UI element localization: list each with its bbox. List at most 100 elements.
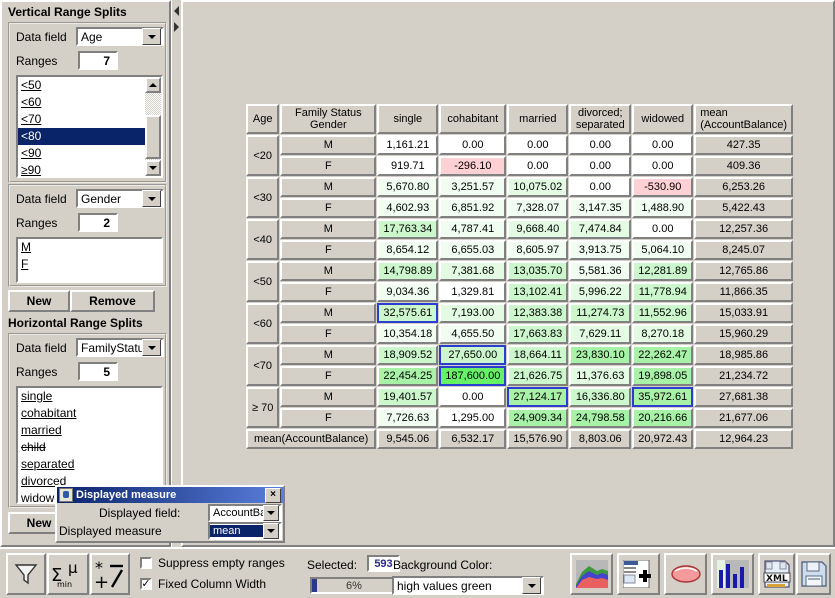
table-cell[interactable]: 0.00 <box>439 387 506 407</box>
row-header-gender[interactable]: F <box>280 240 376 260</box>
remove-split-button[interactable]: Remove <box>70 290 155 312</box>
table-cell[interactable]: 11,778.94 <box>632 282 693 302</box>
row-header-gender[interactable]: F <box>280 366 376 386</box>
xml-export-button[interactable]: XML <box>758 553 795 595</box>
row-header-gender[interactable]: F <box>280 324 376 344</box>
data-field-select-familystatus[interactable]: FamilyStatus <box>76 338 164 357</box>
arithmetic-button[interactable]: * + <box>90 553 130 595</box>
row-header-age[interactable]: <40 <box>246 219 279 260</box>
table-cell[interactable]: 6,655.03 <box>439 240 506 260</box>
table-cell[interactable]: 16,336.80 <box>569 387 631 407</box>
row-mean-cell[interactable]: 12,257.36 <box>694 219 793 239</box>
row-header-age[interactable]: ≥ 70 <box>246 387 279 428</box>
table-cell[interactable]: 24,909.34 <box>507 408 568 428</box>
table-cell[interactable]: 19,401.57 <box>377 387 438 407</box>
table-cell[interactable]: 4,655.50 <box>439 324 506 344</box>
row-header-age[interactable]: <20 <box>246 135 279 176</box>
row-mean-cell[interactable]: 27,681.38 <box>694 387 793 407</box>
ranges-input-gender[interactable]: 2 <box>78 213 118 232</box>
suppress-empty-ranges-checkbox[interactable] <box>140 557 152 569</box>
table-cell[interactable]: 22,262.47 <box>632 345 693 365</box>
row-header-age[interactable]: <50 <box>246 261 279 302</box>
row-header-gender[interactable]: M <box>280 177 376 197</box>
table-cell[interactable]: 1,329.81 <box>439 282 506 302</box>
displayed-measure-select[interactable]: mean <box>208 522 282 540</box>
list-item[interactable]: <50 <box>18 77 145 94</box>
collapse-right-icon[interactable] <box>174 22 179 32</box>
table-cell[interactable]: 0.00 <box>569 156 631 176</box>
table-cell[interactable]: 5,996.22 <box>569 282 631 302</box>
collapse-left-icon[interactable] <box>174 6 179 16</box>
table-cell[interactable]: 3,147.35 <box>569 198 631 218</box>
range-list-gender[interactable]: MF <box>16 237 163 283</box>
table-cell[interactable]: 0.00 <box>507 135 568 155</box>
row-header-gender[interactable]: M <box>280 261 376 281</box>
table-cell-selected[interactable]: 187,600.00 <box>439 366 506 386</box>
add-report-button[interactable] <box>617 553 660 595</box>
list-item[interactable]: <70 <box>18 111 145 128</box>
table-cell[interactable]: 13,035.70 <box>507 261 568 281</box>
background-color-select[interactable]: high values green <box>392 576 544 595</box>
table-cell[interactable]: 11,274.73 <box>569 303 631 323</box>
row-mean-cell[interactable]: 427.35 <box>694 135 793 155</box>
table-cell[interactable]: 5,581.36 <box>569 261 631 281</box>
list-item[interactable]: <60 <box>18 94 145 111</box>
row-mean-cell[interactable]: 5,422.43 <box>694 198 793 218</box>
row-header-gender[interactable]: M <box>280 303 376 323</box>
table-cell[interactable]: 11,376.63 <box>569 366 631 386</box>
displayed-measure-dialog[interactable]: Displayed measure × Displayed field: Acc… <box>55 485 285 543</box>
fixed-column-width-row[interactable]: ✓ Fixed Column Width <box>140 577 266 591</box>
ranges-input-familystatus[interactable]: 5 <box>78 362 118 381</box>
list-item[interactable]: separated <box>18 456 161 473</box>
scroll-down-icon[interactable] <box>145 160 161 176</box>
row-mean-cell[interactable]: 15,960.29 <box>694 324 793 344</box>
range-list-age[interactable]: <50<60<70<80<90≥90 <box>16 75 163 178</box>
table-cell[interactable]: 0.00 <box>632 219 693 239</box>
displayed-field-select[interactable]: AccountBalance <box>208 504 282 522</box>
table-cell[interactable]: 19,898.05 <box>632 366 693 386</box>
row-mean-cell[interactable]: 15,033.91 <box>694 303 793 323</box>
table-cell[interactable]: 0.00 <box>632 156 693 176</box>
suppress-empty-ranges-row[interactable]: Suppress empty ranges <box>140 556 285 570</box>
table-cell[interactable]: 8,270.18 <box>632 324 693 344</box>
table-cell[interactable]: 919.71 <box>377 156 438 176</box>
row-mean-cell[interactable]: 12,765.86 <box>694 261 793 281</box>
table-cell[interactable]: 3,913.75 <box>569 240 631 260</box>
chevron-down-icon[interactable] <box>522 577 541 594</box>
row-mean-cell[interactable]: 18,985.86 <box>694 345 793 365</box>
table-cell[interactable]: 1,488.90 <box>632 198 693 218</box>
row-header-gender[interactable]: M <box>280 135 376 155</box>
row-mean-cell[interactable]: 11,866.35 <box>694 282 793 302</box>
table-cell[interactable]: 1,161.21 <box>377 135 438 155</box>
table-cell[interactable]: 5,670.80 <box>377 177 438 197</box>
footer-grand-mean[interactable]: 12,964.23 <box>694 429 793 449</box>
chevron-down-icon[interactable] <box>263 505 279 521</box>
table-cell[interactable]: 0.00 <box>569 177 631 197</box>
row-mean-cell[interactable]: 21,234.72 <box>694 366 793 386</box>
list-item[interactable]: F <box>18 256 161 273</box>
data-field-select-age[interactable]: Age <box>76 27 164 46</box>
area-chart-button[interactable] <box>570 553 613 595</box>
table-cell[interactable]: 5,064.10 <box>632 240 693 260</box>
list-item[interactable]: child <box>18 439 161 456</box>
table-cell[interactable]: 9,034.36 <box>377 282 438 302</box>
table-cell[interactable]: 12,383.38 <box>507 303 568 323</box>
row-mean-cell[interactable]: 8,245.07 <box>694 240 793 260</box>
list-item[interactable]: <80 <box>18 128 145 145</box>
table-cell[interactable]: 6,851.92 <box>439 198 506 218</box>
filter-button[interactable] <box>6 553 46 595</box>
row-header-gender[interactable]: F <box>280 198 376 218</box>
table-cell[interactable]: 10,075.02 <box>507 177 568 197</box>
table-cell[interactable]: 24,798.58 <box>569 408 631 428</box>
list-item[interactable]: ≥90 <box>18 162 145 178</box>
list-item[interactable]: married <box>18 422 161 439</box>
table-cell[interactable]: 7,193.00 <box>439 303 506 323</box>
eraser-button[interactable] <box>664 553 707 595</box>
table-cell-selected[interactable]: 35,972.61 <box>632 387 693 407</box>
footer-cell[interactable]: 8,803.06 <box>569 429 631 449</box>
table-cell[interactable]: 0.00 <box>632 135 693 155</box>
table-cell[interactable]: 12,281.89 <box>632 261 693 281</box>
table-cell[interactable]: 11,552.96 <box>632 303 693 323</box>
row-header-gender[interactable]: M <box>280 219 376 239</box>
table-cell[interactable]: 13,102.41 <box>507 282 568 302</box>
